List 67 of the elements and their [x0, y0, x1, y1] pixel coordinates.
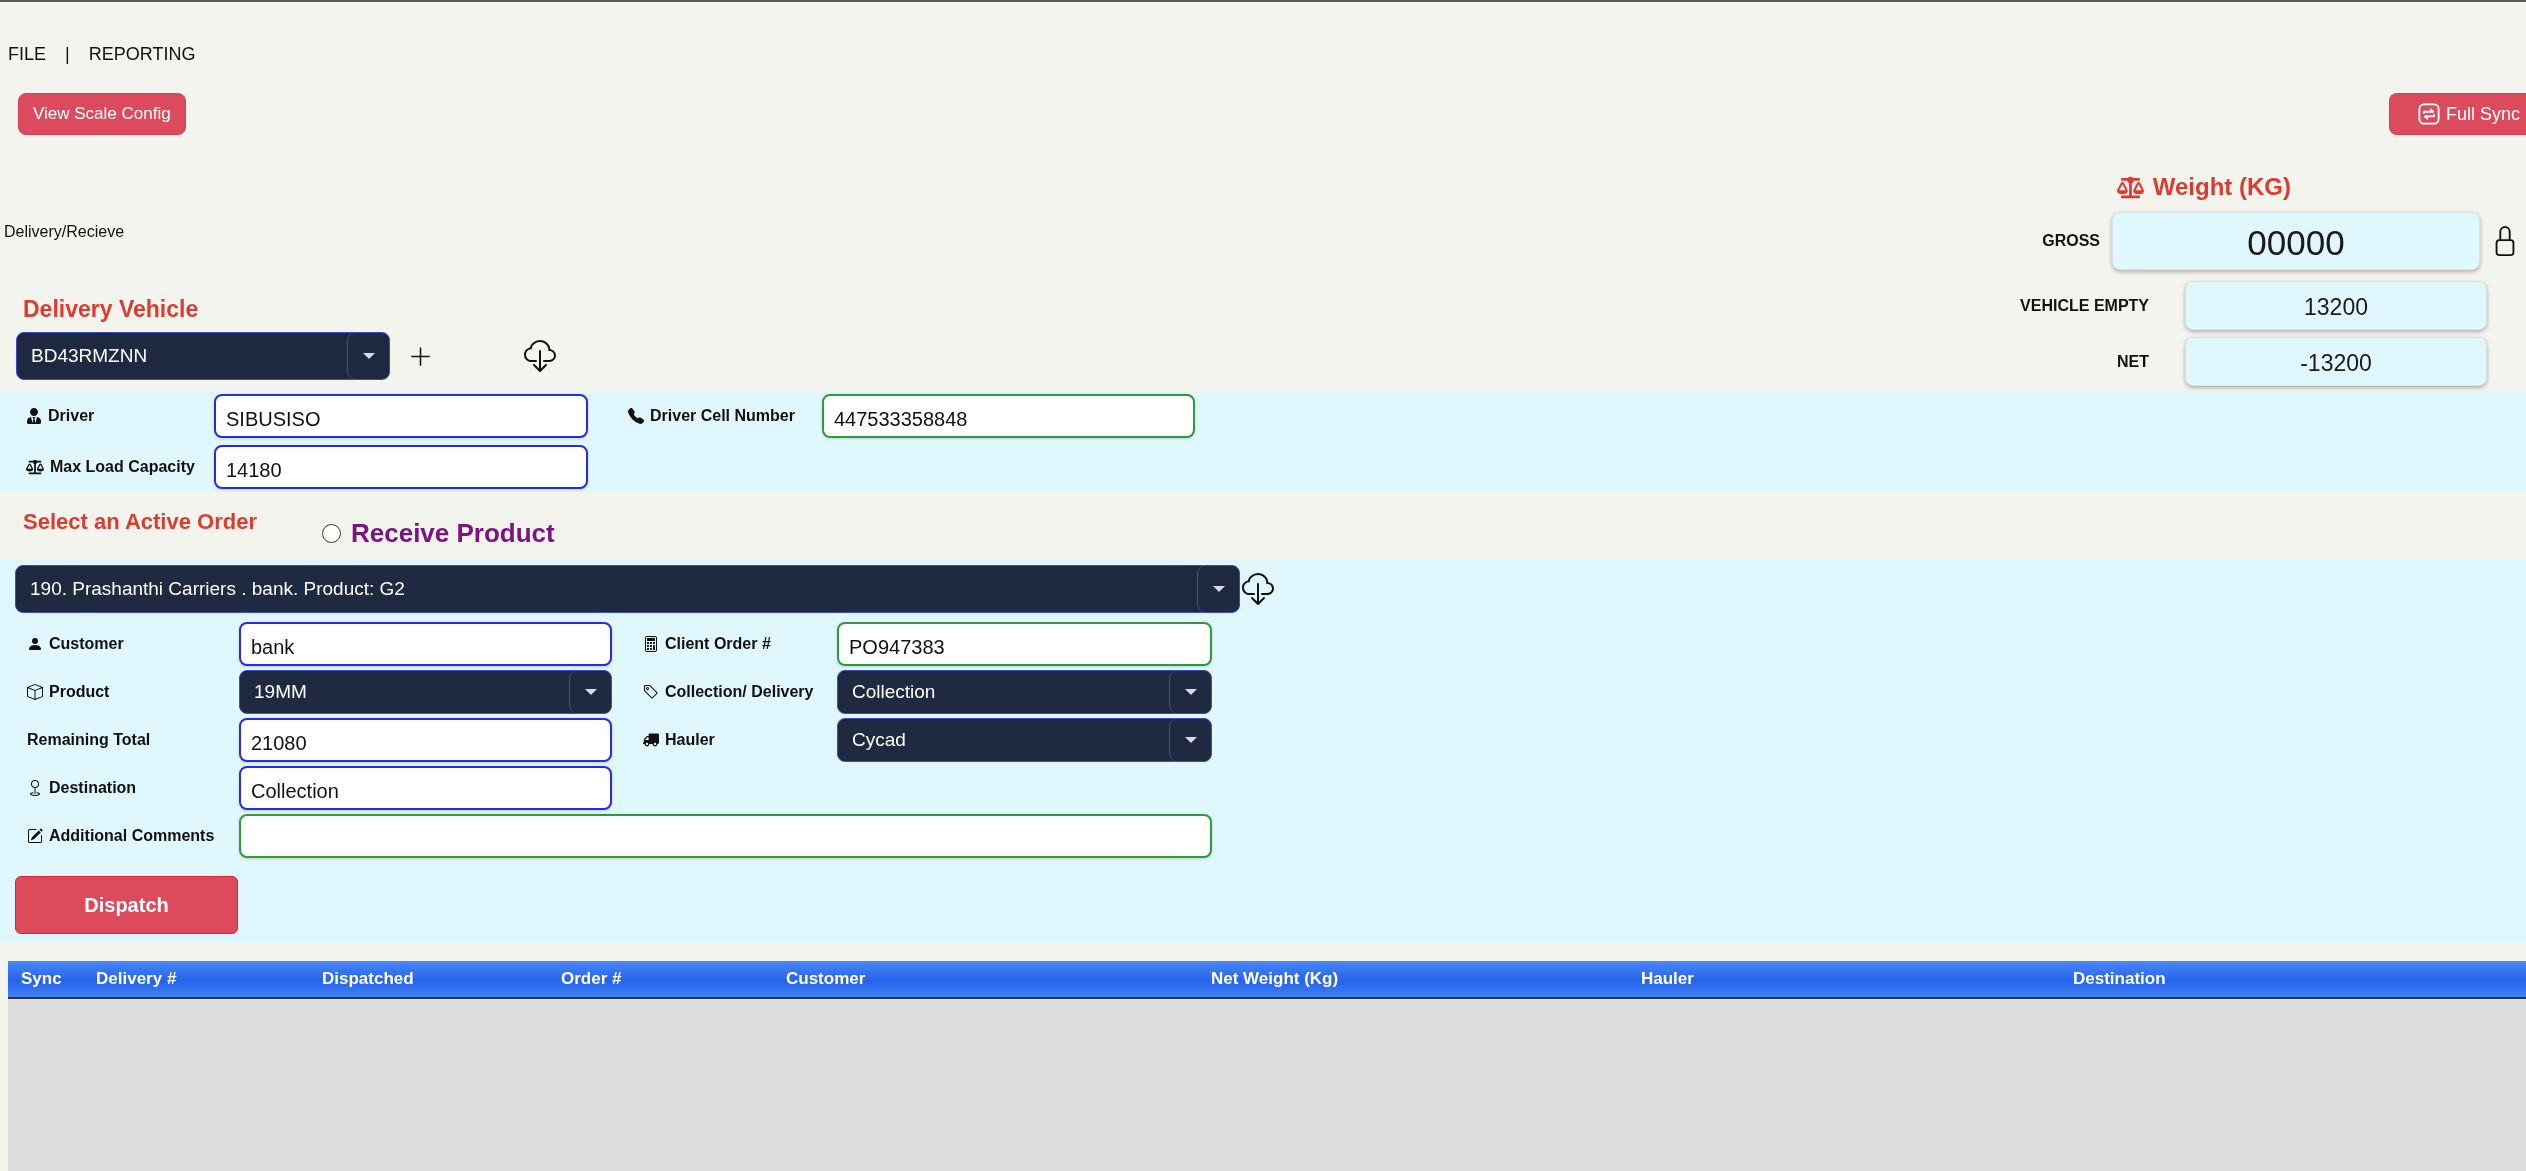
- field-label: Product: [49, 683, 110, 701]
- calculator-icon: [643, 636, 659, 652]
- customer-field[interactable]: bank: [239, 622, 612, 666]
- cloud-download-icon[interactable]: [524, 340, 556, 372]
- column-header: Delivery #: [95, 969, 178, 989]
- remaining-total-field[interactable]: 21080: [239, 718, 612, 762]
- menu-separator: |: [65, 43, 70, 65]
- menu-item[interactable]: FILE: [8, 43, 46, 65]
- column-header: Sync: [20, 969, 63, 989]
- field-label: Driver Cell Number: [650, 407, 795, 425]
- column-header: Destination: [2072, 969, 2167, 989]
- sync-icon: [2417, 103, 2440, 125]
- caret-icon: [362, 353, 375, 359]
- field-label: Hauler: [665, 731, 715, 749]
- receive-product-radio[interactable]: Receive Product: [321, 518, 555, 549]
- view-scale-config-button[interactable]: View Scale Config: [18, 93, 186, 135]
- weight-title: Weight (KG): [2152, 173, 2291, 201]
- cell-number-field[interactable]: 447533358848: [822, 394, 1195, 438]
- destination-field[interactable]: Collection: [239, 766, 612, 810]
- product-dropdown[interactable]: 19MM: [239, 670, 612, 714]
- column-header: Hauler: [1640, 969, 1695, 989]
- menu-item[interactable]: REPORTING: [88, 43, 196, 65]
- tag-icon: [643, 684, 659, 700]
- vehicle-empty-weight-display: 13200: [2185, 281, 2487, 330]
- gross-weight-display: 00000: [2112, 212, 2480, 270]
- scale-icon: [26, 458, 44, 476]
- caret-icon: [1184, 737, 1197, 743]
- field-label: Customer: [49, 635, 124, 653]
- field-label: Max Load Capacity: [50, 458, 195, 476]
- box-icon: [27, 684, 43, 700]
- column-header: Net Weight (Kg): [1210, 969, 1340, 989]
- phone-icon: [628, 408, 644, 424]
- net-weight-display: -13200: [2185, 337, 2487, 386]
- comments-field[interactable]: [239, 814, 1212, 858]
- field-label: Additional Comments: [49, 827, 215, 845]
- max-load-field[interactable]: 14180: [214, 445, 588, 489]
- mode-label: Delivery/Recieve: [4, 222, 125, 242]
- person-icon: [27, 636, 43, 652]
- collection-delivery-dropdown[interactable]: Collection: [837, 670, 1212, 714]
- hauler-dropdown[interactable]: Cycad: [837, 718, 1212, 762]
- field-label: Collection/ Delivery: [665, 683, 814, 701]
- caret-icon: [1184, 689, 1197, 695]
- field-label: Remaining Total: [27, 731, 151, 749]
- section-heading: Select an Active Order: [23, 508, 257, 536]
- pin-icon: [27, 780, 43, 796]
- edit-icon: [27, 828, 43, 844]
- cloud-download-icon[interactable]: [1242, 573, 1274, 605]
- weight-label: NET: [2117, 352, 2149, 371]
- vehicle-dropdown[interactable]: BD43RMZNN: [16, 332, 390, 380]
- full-sync-button[interactable]: Full Sync: [2388, 93, 2526, 135]
- column-header: Order #: [560, 969, 623, 989]
- truck-icon: [643, 732, 659, 748]
- column-header: Customer: [785, 969, 867, 989]
- section-heading: Delivery Vehicle: [23, 295, 199, 323]
- field-label: Destination: [49, 779, 137, 797]
- driver-field[interactable]: SIBUSISO: [214, 394, 588, 438]
- weight-label: GROSS: [2042, 232, 2100, 250]
- column-header: Dispatched: [321, 969, 415, 989]
- weight-label: VEHICLE EMPTY: [2020, 296, 2149, 315]
- caret-icon: [1212, 586, 1225, 592]
- field-label: Driver: [48, 407, 95, 425]
- person-icon: [26, 408, 42, 424]
- order-dropdown[interactable]: 190. Prashanthi Carriers . bank. Product: G2: [15, 565, 1240, 613]
- caret-icon: [584, 689, 597, 695]
- dispatch-button[interactable]: Dispatch: [15, 876, 238, 934]
- field-label: Client Order #: [665, 635, 771, 653]
- client-order-field[interactable]: PO947383: [837, 622, 1212, 666]
